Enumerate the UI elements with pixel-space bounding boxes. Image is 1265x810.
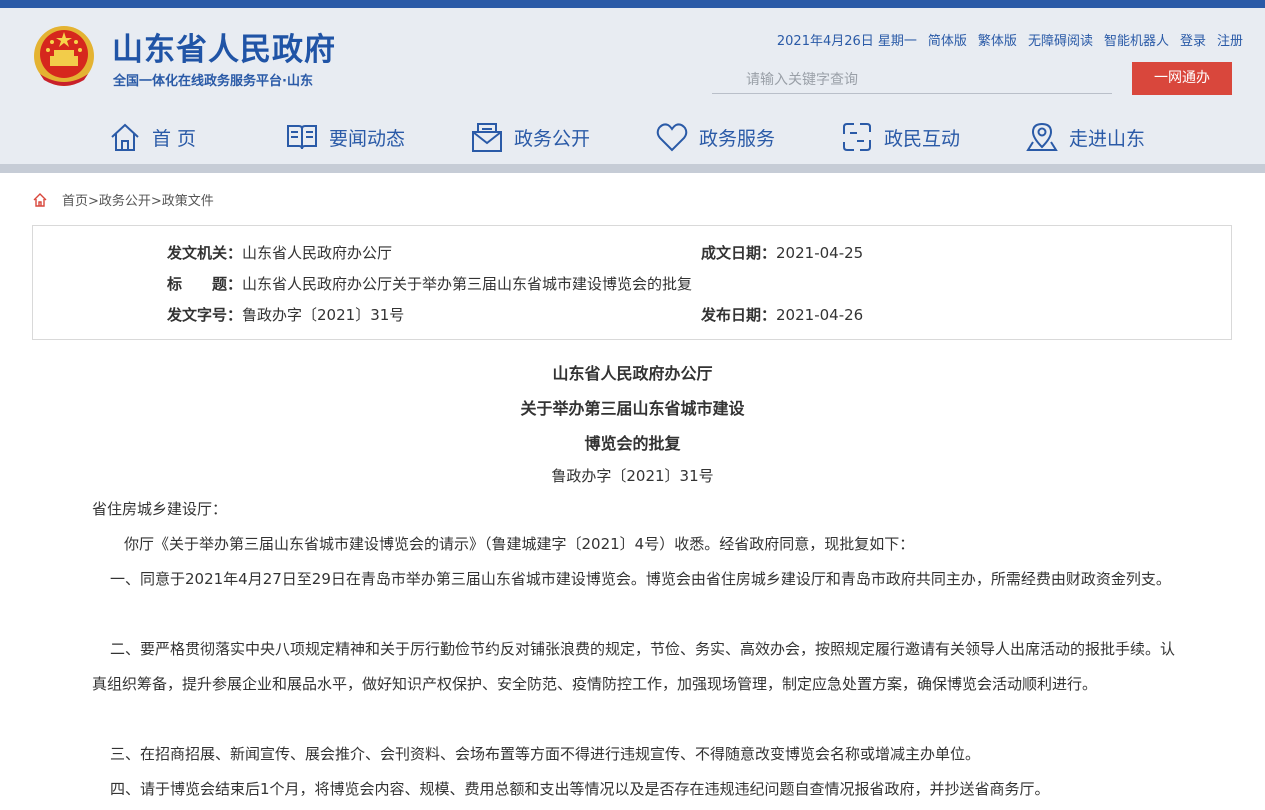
nav-label: 政民互动	[884, 127, 961, 150]
issuer-row: 发文机关：山东省人民政府办公厅	[167, 242, 392, 263]
nav-label: 首 页	[152, 127, 197, 150]
doc-number-value: 鲁政办字〔2021〕31号	[242, 306, 405, 324]
doc-title-line-1: 山东省人民政府办公厅	[552, 364, 713, 383]
breadcrumb-path[interactable]: 首页>政务公开>政策文件	[62, 190, 214, 209]
created-date-row: 成文日期：2021-04-25	[701, 242, 863, 263]
login-link[interactable]: 登录	[1180, 30, 1206, 49]
accessibility-link[interactable]: 无障碍阅读	[1028, 30, 1093, 49]
published-date-label: 发布日期：	[701, 306, 777, 324]
nav-item-gov-services[interactable]: 政务服务	[655, 114, 840, 160]
nav-item-gov-affairs[interactable]: 政务公开	[470, 114, 655, 160]
nav-item-home[interactable]: 首 页	[108, 114, 285, 160]
nav-label: 政务服务	[699, 127, 776, 150]
title-value: 山东省人民政府办公厅关于举办第三届山东省城市建设博览会的批复	[242, 275, 693, 293]
site-subtitle[interactable]: 全国一体化在线政务服务平台·山东	[113, 70, 313, 89]
site-title[interactable]: 山东省人民政府	[112, 24, 336, 69]
nav-item-explore-shandong[interactable]: 走进山东	[1025, 114, 1210, 160]
doc-title-line-3: 博览会的批复	[584, 434, 681, 453]
register-link[interactable]: 注册	[1217, 30, 1243, 49]
interaction-icon	[843, 123, 871, 151]
top-links: 2021年4月26日 星期一 简体版 繁体版 无障碍阅读 智能机器人 登录 注册	[777, 30, 1243, 49]
paragraph: 四、请于博览会结束后1个月，将博览会内容、规模、费用总额和支出等情况以及是否存在…	[110, 780, 1050, 798]
main-nav: 首 页 要闻动态 政务公开 政务服务 政民互动 走进山东	[108, 114, 1210, 160]
paragraph: 三、在招商招展、新闻宣传、展会推介、会刊资料、会场布置等方面不得进行违规宣传、不…	[110, 745, 981, 763]
issuer-label: 发文机关：	[167, 244, 243, 262]
created-date-value: 2021-04-25	[776, 244, 864, 262]
search-input[interactable]: 请输入关键字查询	[712, 64, 1112, 94]
current-date: 2021年4月26日 星期一	[776, 34, 917, 49]
title-label: 标 题：	[167, 275, 243, 293]
home-icon	[111, 123, 139, 151]
one-net-service-button[interactable]: 一网通办	[1132, 62, 1232, 95]
doc-number-label: 发文字号：	[167, 306, 243, 324]
header-divider	[0, 164, 1265, 173]
doc-title-line-2: 关于举办第三届山东省城市建设	[520, 399, 745, 418]
published-date-row: 发布日期：2021-04-26	[701, 304, 863, 325]
location-icon	[1026, 122, 1058, 151]
nav-item-interaction[interactable]: 政民互动	[840, 114, 1025, 160]
robot-link[interactable]: 智能机器人	[1104, 30, 1169, 49]
paragraph: 一、同意于2021年4月27日至29日在青岛市举办第三届山东省城市建设博览会。博…	[110, 570, 1171, 588]
document-info-box: 发文机关：山东省人民政府办公厅 成文日期：2021-04-25 标 题：山东省人…	[32, 225, 1232, 340]
title-row: 标 题：山东省人民政府办公厅关于举办第三届山东省城市建设博览会的批复	[167, 273, 692, 294]
nav-label: 走进山东	[1069, 127, 1146, 150]
published-date-value: 2021-04-26	[776, 306, 864, 324]
heart-icon	[656, 123, 688, 152]
nav-label: 政务公开	[514, 127, 591, 150]
issuer-value: 山东省人民政府办公厅	[242, 244, 393, 262]
paragraph: 你厅《关于举办第三届山东省城市建设博览会的请示》（鲁建城建字〔2021〕4号）收…	[124, 535, 915, 553]
home-icon	[33, 192, 47, 207]
search-placeholder: 请输入关键字查询	[746, 72, 858, 88]
doc-number-row: 发文字号：鲁政办字〔2021〕31号	[167, 304, 404, 325]
simplified-link[interactable]: 简体版	[928, 30, 967, 49]
paragraph: 二、要严格贯彻落实中央八项规定精神和关于厉行勤俭节约反对铺张浪费的规定，节俭、务…	[92, 640, 1176, 693]
traditional-link[interactable]: 繁体版	[978, 30, 1017, 49]
created-date-label: 成文日期：	[701, 244, 777, 262]
national-emblem-icon	[34, 26, 94, 86]
nav-label: 要闻动态	[329, 127, 406, 150]
addressee: 省住房城乡建设厅：	[92, 500, 228, 518]
doc-number: 鲁政办字〔2021〕31号	[551, 467, 714, 485]
newspaper-icon	[287, 125, 317, 150]
top-accent-bar	[0, 0, 1265, 8]
nav-item-news[interactable]: 要闻动态	[285, 114, 470, 160]
breadcrumb: 首页>政务公开>政策文件	[32, 190, 214, 209]
envelope-icon	[472, 123, 502, 152]
